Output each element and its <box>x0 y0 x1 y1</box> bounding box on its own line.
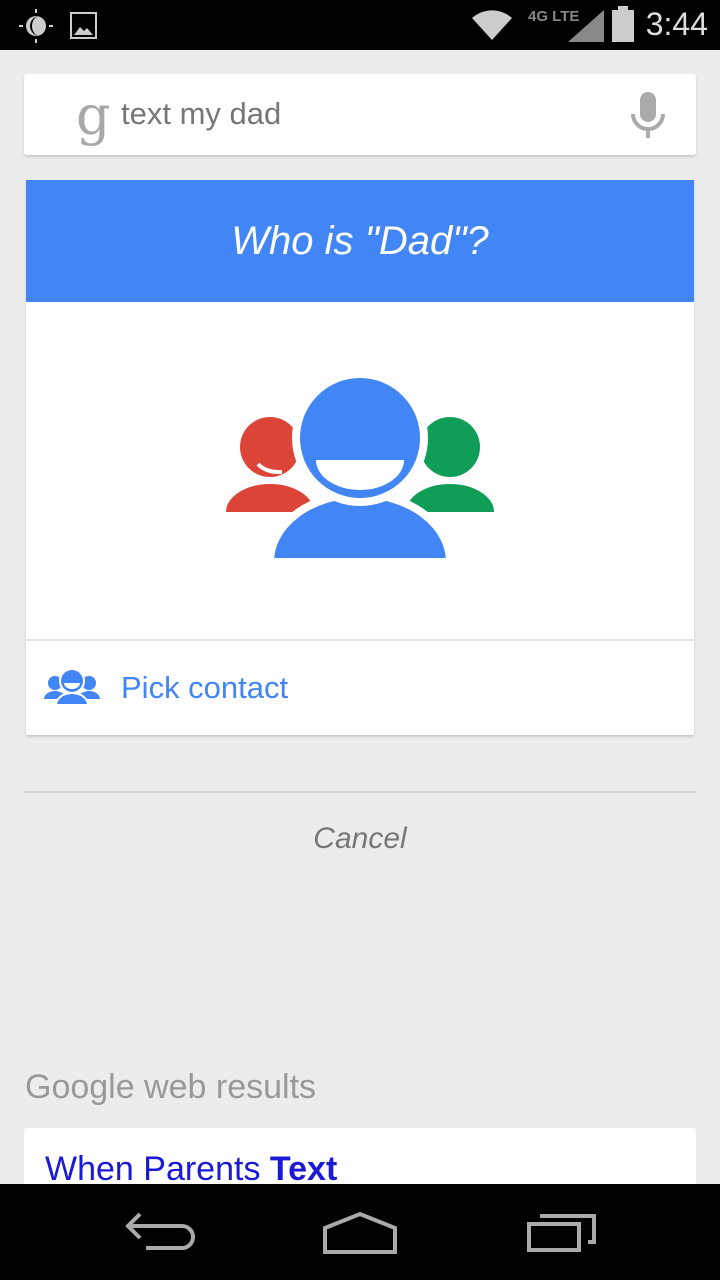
google-logo: g <box>76 84 111 147</box>
battery-icon <box>612 6 634 42</box>
status-bar: 4G LTE 3:44 <box>0 0 720 50</box>
wifi-icon <box>472 10 512 40</box>
back-icon[interactable] <box>124 1210 196 1254</box>
clock: 3:44 <box>645 6 708 42</box>
pick-contact-label: Pick contact <box>121 670 289 705</box>
image-notification-icon <box>70 12 97 39</box>
pick-contact-button[interactable]: Pick contact <box>26 641 694 735</box>
navigation-bar <box>0 1184 720 1280</box>
search-input[interactable]: text my dad <box>121 96 281 132</box>
search-bar[interactable]: g text my dad <box>24 74 696 155</box>
recents-icon[interactable] <box>526 1210 598 1254</box>
contacts-illustration-icon <box>226 370 494 566</box>
cancel-button[interactable]: Cancel <box>0 822 720 856</box>
card-title: Who is "Dad"? <box>26 180 694 302</box>
disambiguation-card: Who is "Dad"? Pick contact <box>26 180 694 735</box>
home-icon[interactable] <box>322 1210 398 1254</box>
contacts-icon <box>44 669 100 705</box>
brightness-icon <box>19 9 53 43</box>
separator <box>24 791 696 793</box>
signal-icon <box>568 10 604 42</box>
microphone-icon[interactable] <box>630 92 666 138</box>
web-results-header: Google web results <box>25 1068 317 1106</box>
